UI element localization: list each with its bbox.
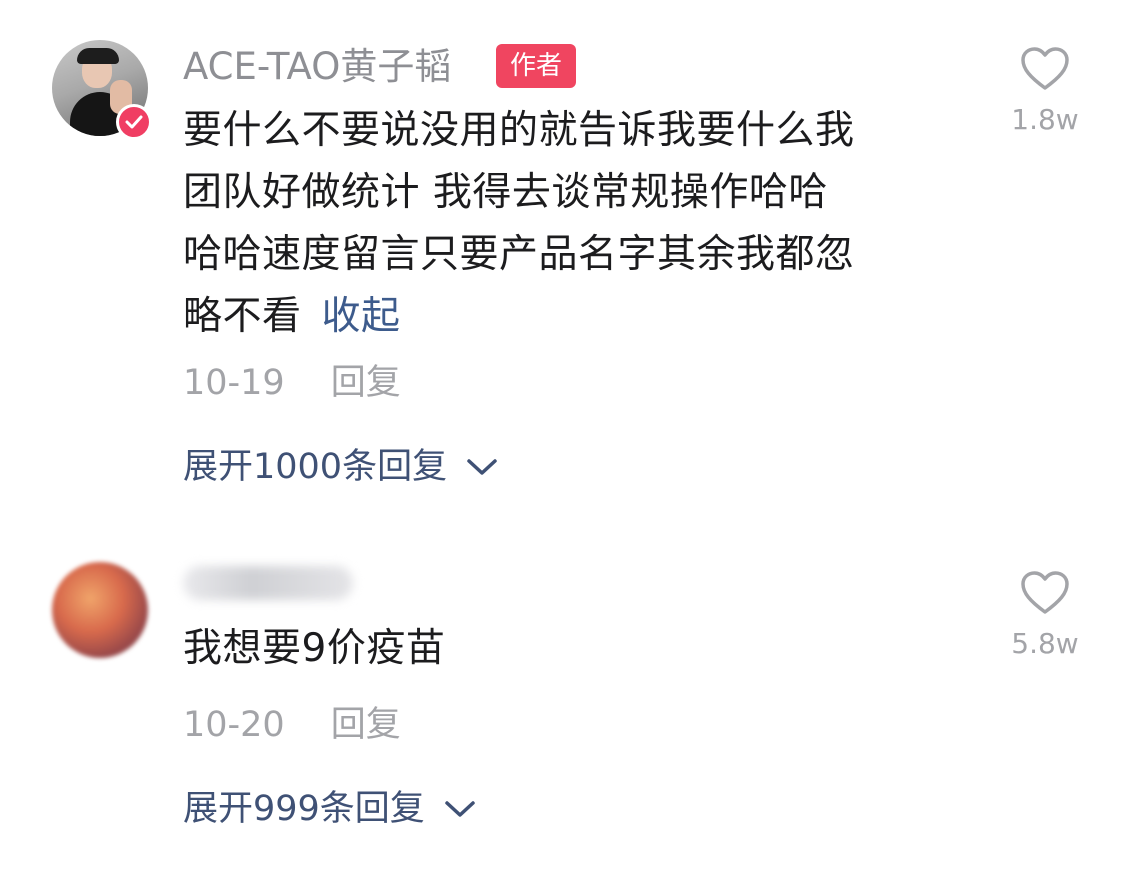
comment-text: 我想要9价疫苗 xyxy=(183,626,446,671)
expand-replies-label: 展开1000条回复 xyxy=(183,447,448,487)
comment-text-line: 略不看 xyxy=(183,294,302,339)
reply-button[interactable]: 回复 xyxy=(331,363,401,403)
like-button[interactable]: 5.8w xyxy=(1000,570,1090,664)
comment-text-line-last: 略不看 收起 xyxy=(183,286,963,348)
comment-text-line: 团队好做统计 我得去谈常规操作哈哈 xyxy=(183,170,828,215)
comment-text-line: 要什么不要说没用的就告诉我要什么我 xyxy=(183,108,855,153)
like-button[interactable]: 1.8w xyxy=(1000,46,1090,140)
avatar-figure-cap xyxy=(77,48,119,64)
check-icon xyxy=(125,115,143,129)
comment-text: 要什么不要说没用的就告诉我要什么我 团队好做统计 我得去谈常规操作哈哈 哈哈速度… xyxy=(183,100,963,348)
comment-meta: 10-20 回复 xyxy=(183,700,401,750)
chevron-down-icon xyxy=(445,801,475,817)
comment-meta: 10-19 回复 xyxy=(183,358,401,408)
avatar-blurred[interactable] xyxy=(52,562,148,658)
author-tag: 作者 xyxy=(496,44,576,88)
chevron-down-icon xyxy=(467,459,497,475)
collapse-link[interactable]: 收起 xyxy=(322,294,401,339)
heart-outline-icon xyxy=(1021,571,1069,614)
expand-replies-label: 展开999条回复 xyxy=(183,789,425,829)
comment-text-line: 哈哈速度留言只要产品名字其余我都忽 xyxy=(183,232,855,277)
expand-replies-button[interactable]: 展开999条回复 xyxy=(183,784,477,834)
heart-outline-icon xyxy=(1021,47,1069,90)
username-blurred[interactable] xyxy=(183,566,353,600)
username[interactable]: ACE-TAO黄子韬 xyxy=(183,42,451,92)
like-count: 1.8w xyxy=(1011,103,1079,136)
comment-date: 10-19 xyxy=(183,363,285,403)
comment-date: 10-20 xyxy=(183,705,285,745)
verified-badge-icon xyxy=(116,104,152,140)
reply-button[interactable]: 回复 xyxy=(331,705,401,745)
expand-replies-button[interactable]: 展开1000条回复 xyxy=(183,442,499,492)
like-count: 5.8w xyxy=(1011,627,1079,660)
